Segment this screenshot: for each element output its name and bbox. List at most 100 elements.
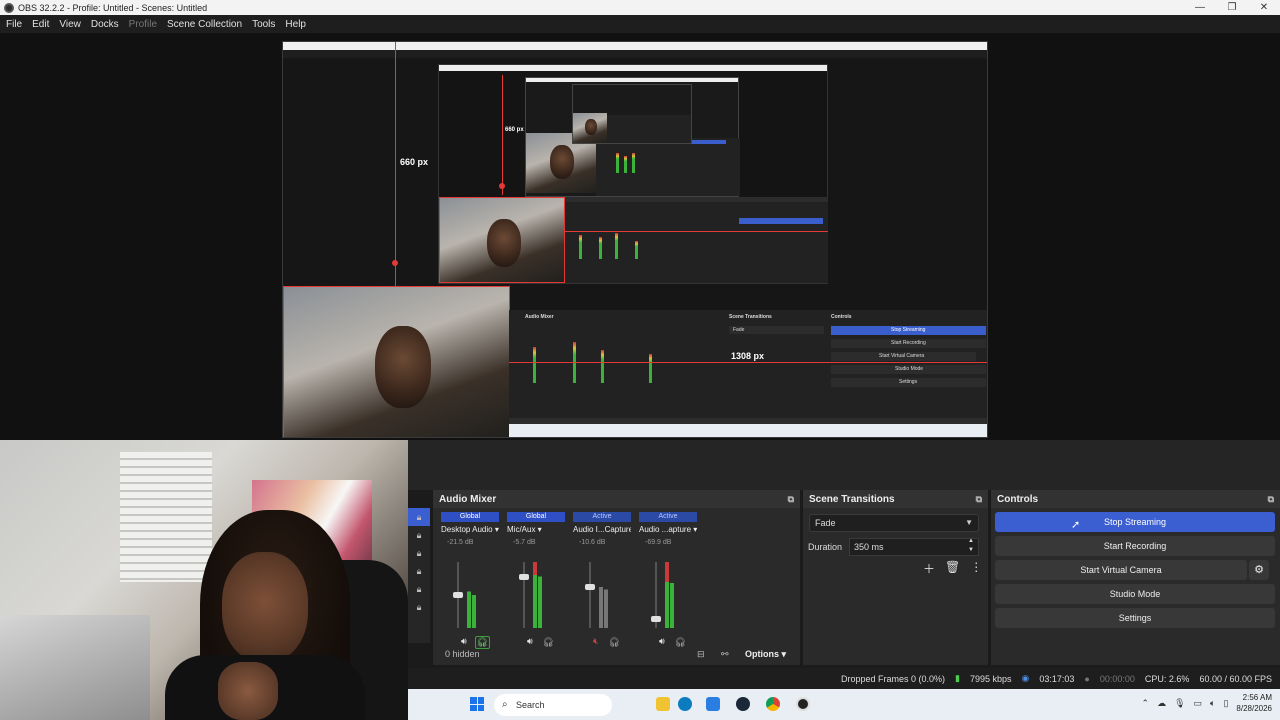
level-meter [533, 562, 537, 628]
nested-preview-level-3 [525, 77, 740, 197]
scene-transitions-dock: Scene Transitions ⧉ Fade ▼ Duration 350 … [802, 490, 988, 665]
edge-icon[interactable] [678, 697, 692, 711]
fps: 60.00 / 60.00 FPS [1199, 673, 1272, 684]
height-guide-handle[interactable] [392, 260, 398, 266]
add-icon[interactable]: ＋ [923, 560, 935, 577]
dropped-frames: Dropped Frames 0 (0.0%) [840, 673, 946, 684]
channel-name[interactable]: Desktop Audio ▾ [441, 525, 499, 534]
cpu-usage: CPU: 2.6% [1144, 673, 1190, 684]
maximize-button[interactable]: ❐ [1216, 0, 1248, 15]
menu-file[interactable]: File [6, 19, 22, 30]
bed [0, 615, 150, 720]
gear-icon[interactable]: ⚙ [1249, 560, 1269, 580]
windows-start-icon[interactable] [470, 697, 484, 711]
person-face [222, 552, 308, 662]
mixer-channel-audio-capture-2: Active Audio ...apture ▾ -69.9 dB 🔊︎ 🎧︎ [639, 512, 697, 647]
hidden-count: 0 hidden [445, 649, 480, 659]
channel-db: -10.6 dB [579, 539, 606, 546]
window-blind [120, 452, 212, 582]
studio-mode-button[interactable]: Studio Mode [995, 584, 1275, 604]
menu-help[interactable]: Help [285, 19, 306, 30]
webcam-overlay [0, 440, 408, 720]
source-lock-column: 🔒︎ 🔒︎ 🔒︎ 🔒︎ 🔒︎ 🔒︎ [408, 508, 430, 643]
window-titlebar: OBS 32.2.2 - Profile: Untitled - Scenes:… [0, 0, 1280, 15]
selected-source-outline[interactable] [283, 286, 510, 437]
duration-input[interactable]: 350 ms ▲ ▼ [849, 538, 979, 556]
obs-taskbar-icon[interactable] [796, 697, 810, 711]
menu-edit[interactable]: Edit [32, 19, 49, 30]
menu-docks[interactable]: Docks [91, 19, 119, 30]
taskbar-search[interactable]: ⌕ Search [494, 694, 612, 716]
menu-tools[interactable]: Tools [252, 19, 275, 30]
lock-icon[interactable]: 🔒︎ [408, 562, 430, 580]
menu-view[interactable]: View [59, 19, 81, 30]
more-icon[interactable]: ⋮ [970, 560, 982, 577]
options-button[interactable]: Options ▾ [745, 649, 786, 660]
dock-popout-icon[interactable]: ⧉ [1268, 494, 1274, 505]
record-time: 00:00:00 [1099, 673, 1135, 684]
cloud-icon[interactable]: ☁ [1157, 698, 1166, 709]
controls-title: Controls [997, 493, 1039, 505]
settings-button[interactable]: Settings [995, 608, 1275, 628]
start-virtual-camera-button[interactable]: Start Virtual Camera [995, 560, 1247, 580]
volume-fader[interactable] [585, 562, 595, 628]
duration-label: Duration [808, 542, 843, 552]
lock-icon[interactable]: 🔒︎ [408, 580, 430, 598]
channel-name[interactable]: Mic/Aux ▾ [507, 525, 565, 534]
lock-icon[interactable]: 🔒︎ [408, 508, 430, 526]
preview-area[interactable]: 660 px 660 px Audio Mixer Scene Transiti… [0, 33, 1280, 440]
lock-icon[interactable]: 🔒︎ [408, 544, 430, 562]
battery-icon[interactable]: ▯ [1223, 698, 1228, 709]
dock-popout-icon[interactable]: ⧉ [788, 494, 794, 505]
dock-popout-icon[interactable]: ⧉ [976, 494, 982, 505]
link-icon[interactable]: ⚯ [721, 649, 729, 660]
volume-fader[interactable] [519, 562, 529, 628]
file-explorer-icon[interactable] [656, 697, 670, 711]
lock-icon[interactable]: 🔒︎ [408, 526, 430, 544]
volume-icon[interactable]: 🔈︎ [1210, 698, 1215, 709]
signal-icon: ▮ [955, 673, 960, 683]
status-bar: Dropped Frames 0 (0.0%) ▮ 7995 kbps ◉ 03… [408, 668, 1280, 689]
layout-icon[interactable]: ⊟ [697, 649, 705, 660]
channel-status: Active [639, 512, 697, 522]
mixer-channel-mic-aux: Global Mic/Aux ▾ -5.7 dB 🔊︎ 🎧︎ [507, 512, 565, 647]
windows-taskbar: ⌕ Search ⌃ ☁ 🎙︎ ▭ 🔈︎ ▯ 2:56 AM 8/28/2026 [408, 689, 1280, 720]
width-guide-label: 1308 px [731, 351, 765, 361]
level-meter [467, 562, 471, 628]
close-button[interactable]: ✕ [1248, 0, 1280, 15]
nested-taskbar [509, 424, 987, 437]
store-icon[interactable] [706, 697, 720, 711]
nested-preview-level-2: 660 px [438, 64, 828, 284]
menu-scene-collection[interactable]: Scene Collection [167, 19, 242, 30]
taskbar-clock[interactable]: 2:56 AM 8/28/2026 [1236, 692, 1272, 714]
start-recording-button[interactable]: Start Recording [995, 536, 1275, 556]
menu-profile[interactable]: Profile [129, 19, 157, 30]
monitor-icon[interactable]: ▭ [1194, 698, 1203, 709]
level-meter [604, 562, 608, 628]
trash-icon[interactable]: 🗑︎ [945, 560, 960, 577]
audio-mixer-title: Audio Mixer [439, 493, 497, 505]
steam-icon[interactable] [736, 697, 750, 711]
nested-height-label: 660 px [505, 127, 524, 133]
stream-time: 03:17:03 [1039, 673, 1075, 684]
scenes-sources-strip [408, 440, 1280, 490]
bitrate: 7995 kbps [969, 673, 1012, 684]
lock-icon[interactable]: 🔒︎ [408, 598, 430, 616]
chrome-icon[interactable] [766, 697, 780, 711]
volume-fader[interactable] [651, 562, 661, 628]
stream-icon: ◉ [1021, 673, 1030, 683]
level-meter [599, 562, 603, 628]
stop-streaming-button[interactable]: Stop Streaming [995, 512, 1275, 532]
preview-canvas[interactable]: 660 px 660 px Audio Mixer Scene Transiti… [282, 41, 988, 438]
menu-bar: File Edit View Docks Profile Scene Colle… [0, 15, 1280, 33]
volume-fader[interactable] [453, 562, 463, 628]
transition-select[interactable]: Fade ▼ [809, 514, 979, 532]
minimize-button[interactable]: — [1184, 0, 1216, 15]
chevron-up-icon[interactable]: ⌃ [1142, 698, 1150, 709]
channel-name[interactable]: Audio I...Capture ▾ [573, 525, 631, 534]
stepper-icon[interactable]: ▲ ▼ [968, 537, 974, 555]
channel-name[interactable]: Audio ...apture ▾ [639, 525, 697, 534]
mic-icon[interactable]: 🎙︎ [1174, 698, 1185, 709]
chevron-down-icon: ▼ [965, 518, 973, 527]
width-guide-line [509, 362, 987, 363]
